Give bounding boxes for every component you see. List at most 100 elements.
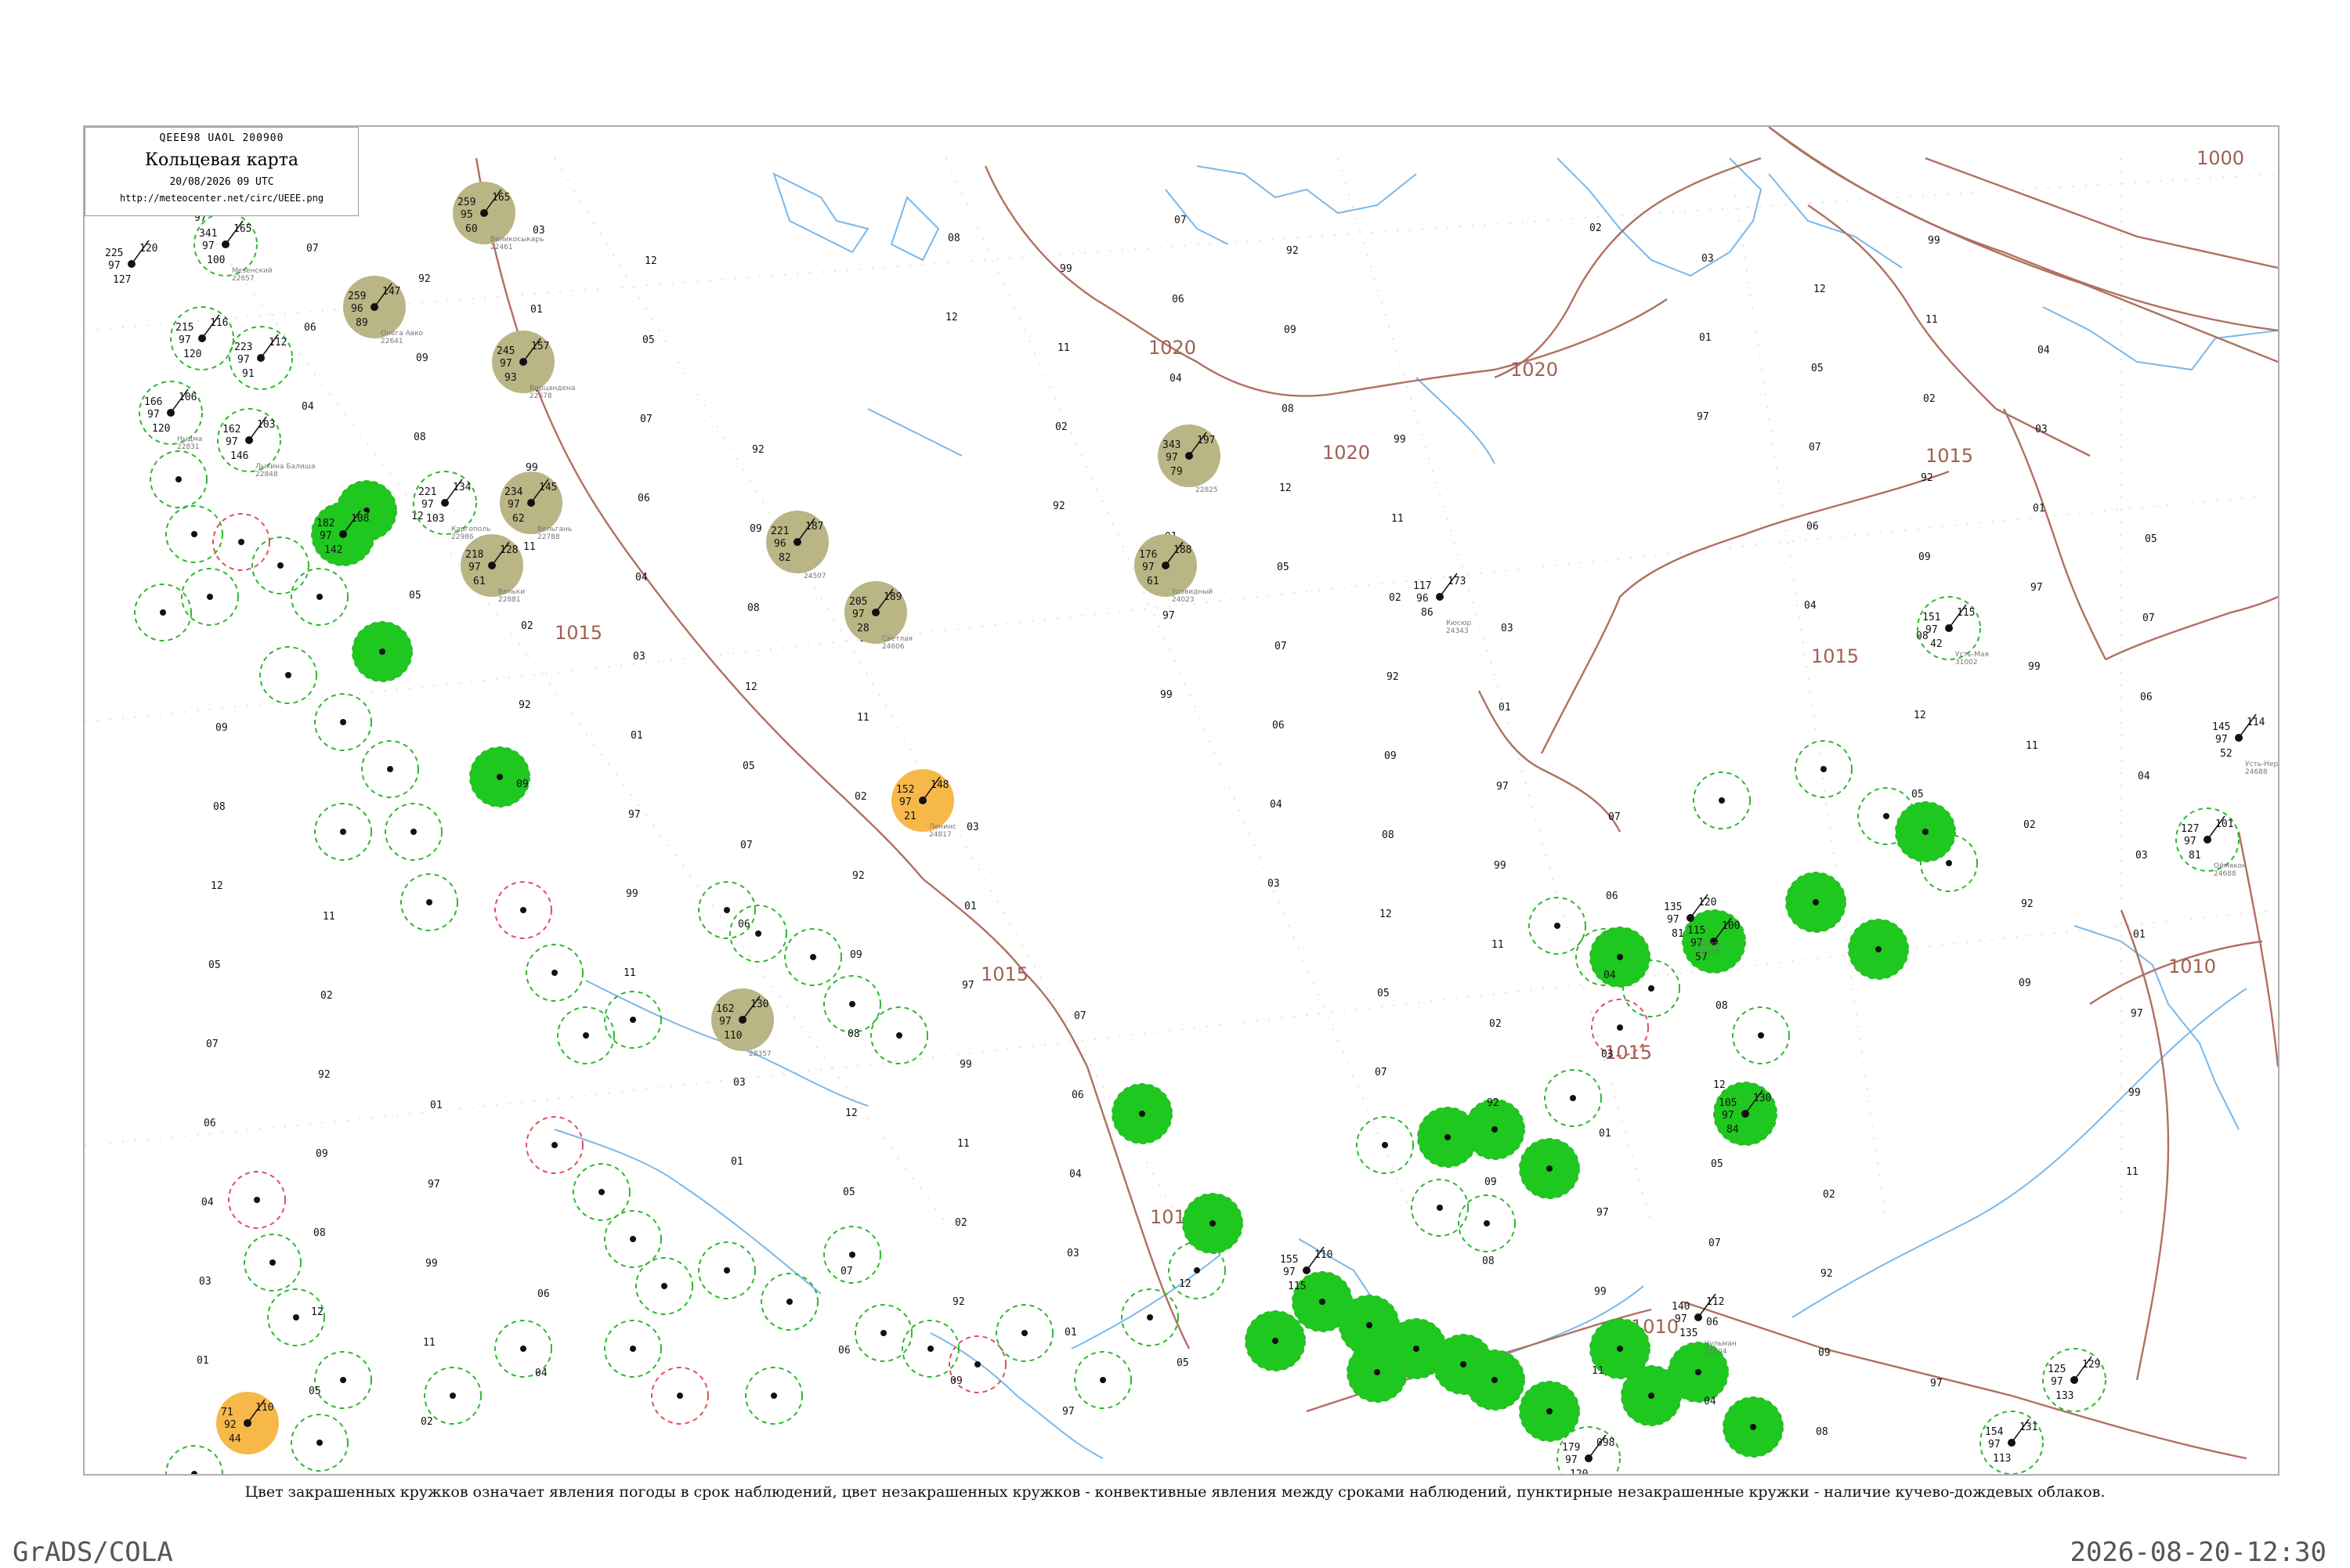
station-name: Ныдма <box>177 435 202 443</box>
station-dot <box>1147 1314 1153 1321</box>
station-name: Вирцандена <box>530 385 575 392</box>
station-id: 22461 <box>490 244 513 251</box>
station-dot <box>520 907 526 913</box>
station-value: 04 <box>635 572 648 583</box>
station-plot: 127 101 97 81 Оймякон24688 <box>2175 807 2247 878</box>
station-dot <box>551 1142 558 1148</box>
isobar-label: 1015 <box>1925 445 1973 467</box>
station-dot <box>293 1314 299 1321</box>
station-plot: 182 108 97 142 <box>311 502 375 566</box>
station-value: 01 <box>631 730 643 742</box>
station-visibility: 188 <box>1173 544 1191 556</box>
station-value: 09 <box>1818 1347 1831 1359</box>
station-visibility: 110 <box>1314 1249 1332 1261</box>
station-id: 22848 <box>255 471 278 479</box>
station-value: 06 <box>1272 720 1285 732</box>
station-cloud-cover: 92 <box>224 1419 237 1431</box>
station-value: 02 <box>2023 819 2036 831</box>
station-value: 04 <box>1804 600 1817 612</box>
station-plot: 223 112 97 91 <box>229 326 293 390</box>
station-dot <box>207 594 213 600</box>
station-value: 09 <box>1918 551 1931 563</box>
isobar-label: 1015 <box>555 622 602 644</box>
station-value: 99 <box>1160 689 1173 701</box>
station-visibility: 108 <box>351 513 369 525</box>
station-dot <box>810 954 816 960</box>
station-weather-code: 89 <box>356 317 368 329</box>
station-dot <box>677 1393 683 1399</box>
station-pressure: 151 <box>1922 612 1940 623</box>
weather-map[interactable]: 1000 1020 1020 1020 1015 1015 1015 1015 … <box>85 127 2278 1474</box>
station-value: 08 <box>1382 829 1394 841</box>
station-value: 97 <box>2131 1008 2143 1020</box>
station-value: 12 <box>211 880 223 892</box>
station-dot <box>1875 946 1882 952</box>
station-visibility: 112 <box>1706 1296 1724 1308</box>
station-value: 97 <box>428 1179 440 1190</box>
station-cloud-cover: 97 <box>1283 1266 1296 1278</box>
station-value: 97 <box>1697 411 1709 423</box>
station-id: 24959 <box>1697 948 1719 956</box>
station-value: 03 <box>2035 424 2048 435</box>
station-value: 01 <box>2133 929 2146 941</box>
station-dot <box>1382 1142 1388 1148</box>
source-url[interactable]: http://meteocenter.net/circ/UEEE.png <box>85 193 358 204</box>
station-dot <box>1444 1134 1451 1140</box>
station-name: Усть-Нера <box>2245 761 2278 768</box>
station-value: 92 <box>1820 1268 1833 1280</box>
station-name: Ленинс <box>929 823 956 831</box>
station-dot <box>160 609 166 616</box>
station-value: 11 <box>423 1337 436 1349</box>
station-name: Каргополь <box>451 526 490 533</box>
station-value: 09 <box>850 949 862 961</box>
station-weather-code: 113 <box>1993 1453 2011 1465</box>
station-plot: 218 128 97 61 Вельки22881 <box>461 534 525 604</box>
station-value: 92 <box>1386 671 1399 683</box>
station-value: 92 <box>418 273 431 285</box>
render-timestamp: 2026-08-20-12:30 <box>2070 1537 2326 1568</box>
station-id: 24688 <box>2245 768 2268 776</box>
station-pressure: 155 <box>1280 1254 1298 1266</box>
station-pressure: 125 <box>2048 1364 2066 1375</box>
station-value: 02 <box>521 620 533 632</box>
station-dot <box>551 970 558 976</box>
station-value: 07 <box>2142 612 2155 624</box>
station-value: 12 <box>1813 284 1826 295</box>
station-id: 24606 <box>882 643 905 651</box>
station-dot <box>1484 1220 1490 1227</box>
station-value: 92 <box>1921 472 1933 484</box>
station-weather-code: 84 <box>1726 1124 1739 1136</box>
station-dot <box>583 1032 589 1039</box>
station-value: 02 <box>855 791 867 803</box>
observation-time: 20/08/2026 09 UTC <box>169 176 274 188</box>
station-dot <box>1413 1346 1419 1352</box>
station-value: 97 <box>1162 610 1175 622</box>
station-dot <box>1460 1361 1466 1367</box>
station-value: 03 <box>633 651 645 663</box>
station-weather-code: 28 <box>857 623 870 634</box>
station-value: 09 <box>1284 324 1296 336</box>
station-weather-code: 60 <box>465 223 478 235</box>
station-cloud-cover: 97 <box>719 1016 732 1028</box>
station-id: 24023 <box>1172 596 1195 604</box>
station-dot <box>1813 899 1819 905</box>
station-value: 05 <box>1177 1357 1189 1369</box>
station-pressure: 221 <box>771 526 789 537</box>
station-visibility: 134 <box>453 482 472 493</box>
station-id: 28357 <box>749 1050 772 1058</box>
station-dot <box>520 1346 526 1352</box>
station-value: 07 <box>1174 215 1187 226</box>
station-dot <box>1648 985 1654 992</box>
station-cloud-cover: 97 <box>179 334 191 346</box>
station-visibility: 120 <box>139 243 157 255</box>
station-dot <box>497 774 503 780</box>
station-pressure: 166 <box>144 396 162 408</box>
station-value: 04 <box>2138 771 2150 782</box>
station-dot <box>1319 1299 1325 1305</box>
station-weather-code: 91 <box>242 368 255 380</box>
station-value: 06 <box>1706 1317 1719 1328</box>
station-value: 01 <box>430 1100 443 1111</box>
station-value: 12 <box>311 1306 324 1318</box>
station-name: Вельгань <box>537 526 572 533</box>
station-weather-code: 103 <box>426 513 444 525</box>
